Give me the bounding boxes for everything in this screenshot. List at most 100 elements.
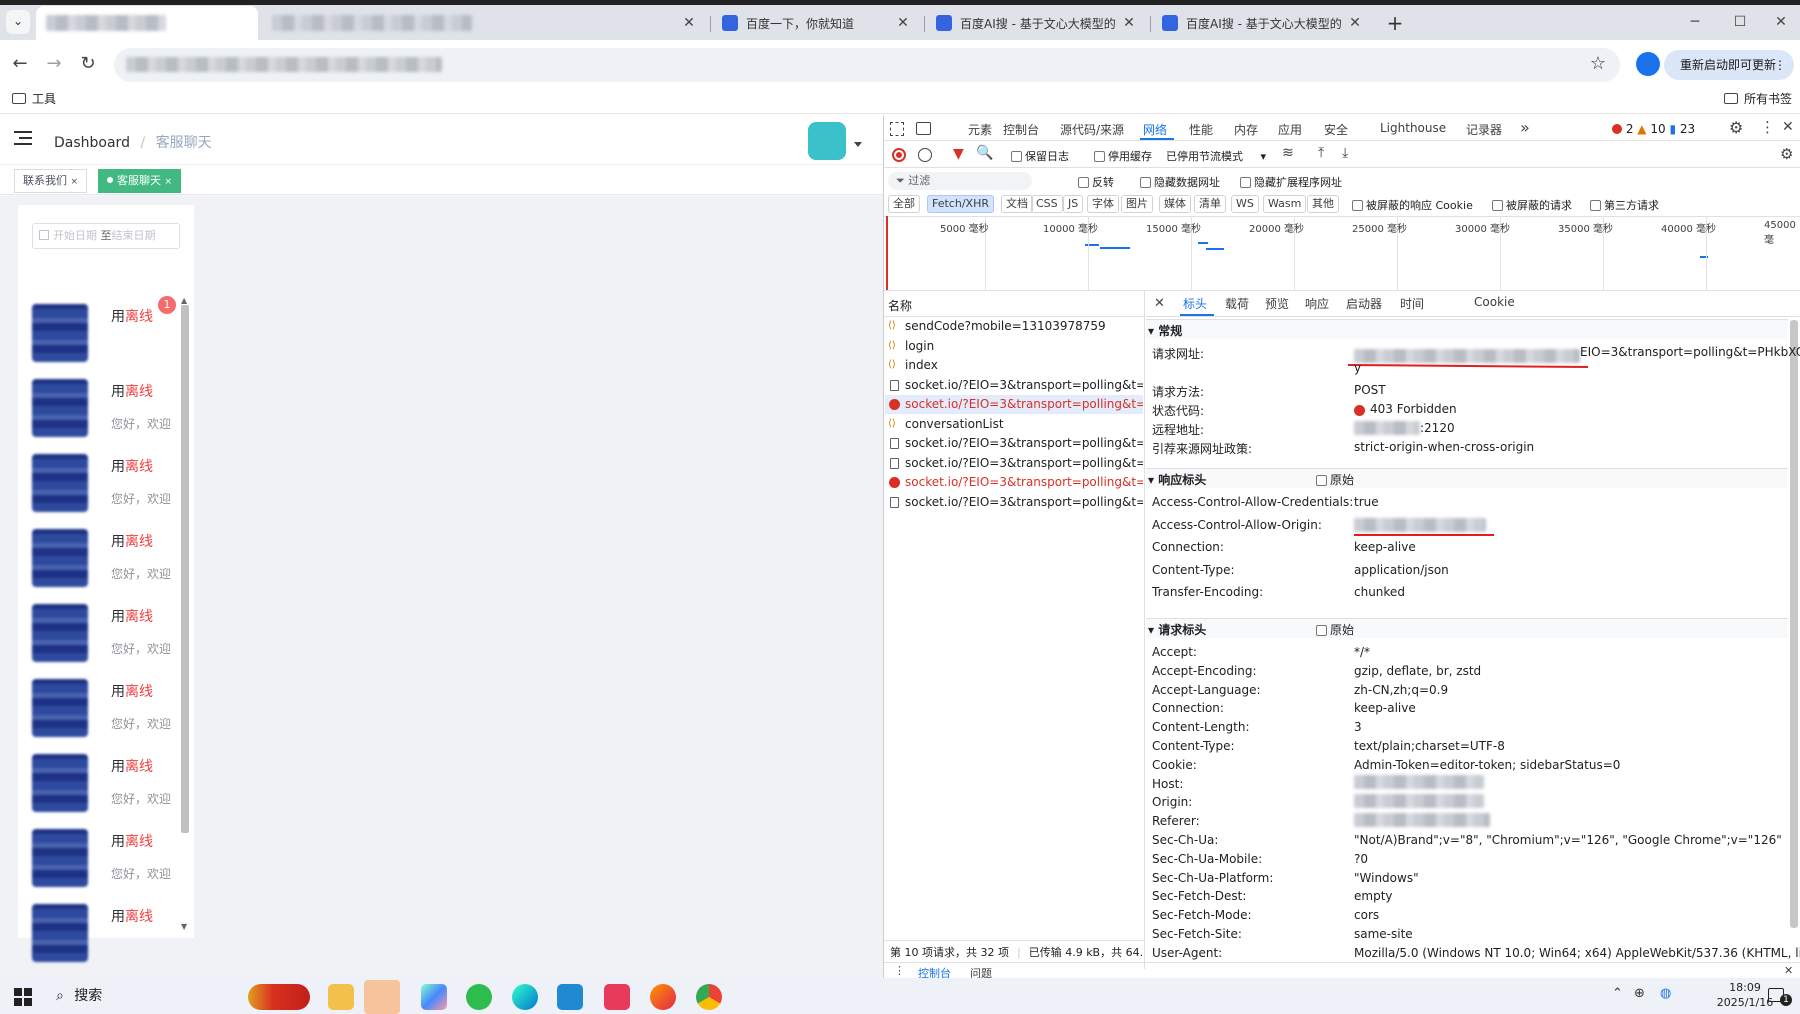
blocked-requests-checkbox[interactable]: 被屏蔽的请求 — [1492, 197, 1572, 213]
detail-tab[interactable]: 载荷 — [1225, 295, 1249, 312]
conversation-avatar[interactable] — [32, 829, 88, 887]
type-filter-button[interactable]: CSS — [1031, 195, 1063, 213]
record-button[interactable] — [892, 148, 906, 162]
request-row[interactable]: socket.io/?EIO=3&transport=polling&t=... — [885, 493, 1143, 512]
response-headers-section-header[interactable]: ▾ 响应标头 原始 — [1148, 471, 1788, 488]
back-icon[interactable]: ← — [6, 50, 34, 78]
type-filter-button[interactable]: Wasm — [1263, 195, 1307, 213]
conversation-avatar[interactable] — [32, 604, 88, 662]
general-section-header[interactable]: ▾ 常规 — [1148, 322, 1788, 339]
devtools-tab[interactable]: Lighthouse — [1380, 121, 1446, 135]
conversation-name[interactable]: 用离线 — [111, 681, 153, 701]
edge-icon[interactable] — [512, 984, 538, 1010]
more-tabs-button[interactable]: » — [1520, 118, 1530, 137]
import-har-icon[interactable]: ⤒ — [1318, 145, 1324, 161]
hide-data-urls-checkbox[interactable]: 隐藏数据网址 — [1140, 174, 1220, 190]
request-row[interactable]: ⟨⟩ sendCode?mobile=13103978759 — [885, 317, 1143, 336]
search-icon[interactable]: 🔍 — [976, 145, 993, 161]
devtools-menu-icon[interactable]: ⋮ — [1760, 118, 1775, 136]
type-filter-button[interactable]: 全部 — [888, 195, 920, 213]
filter-input[interactable]: ⏷ 过滤 — [888, 172, 1032, 190]
throttle-select[interactable]: 已停用节流模式 ▾ — [1166, 148, 1266, 164]
drawer-menu-icon[interactable]: ⋮ — [894, 964, 905, 977]
hamburger-icon[interactable] — [14, 131, 32, 147]
qq-icon[interactable] — [364, 980, 400, 1014]
request-row[interactable]: socket.io/?EIO=3&transport=polling&t=... — [885, 376, 1143, 395]
file-explorer-icon[interactable] — [328, 984, 354, 1010]
third-party-requests-checkbox[interactable]: 第三方请求 — [1590, 197, 1659, 213]
app-diamond-icon[interactable] — [421, 984, 447, 1010]
type-filter-button[interactable]: Fetch/XHR — [927, 195, 994, 213]
detail-tab[interactable]: 预览 — [1265, 295, 1289, 312]
invert-checkbox[interactable]: 反转 — [1078, 174, 1114, 190]
conversation-avatar[interactable] — [32, 754, 88, 812]
clear-icon[interactable] — [918, 148, 932, 162]
type-filter-button[interactable]: 字体 — [1087, 195, 1119, 213]
conversation-scrollbar[interactable] — [181, 305, 189, 833]
tab-close-icon[interactable]: ✕ — [680, 15, 698, 31]
type-filter-button[interactable]: JS — [1063, 195, 1084, 213]
detail-tab[interactable]: Cookie — [1474, 295, 1515, 309]
type-filter-button[interactable]: 清单 — [1194, 195, 1226, 213]
devtools-tab[interactable]: 控制台 — [1003, 121, 1039, 138]
caret-down-icon[interactable] — [854, 142, 862, 147]
request-row[interactable]: ⟨⟩ conversationList — [885, 415, 1143, 434]
browser-tab-baidu-ai-1[interactable]: 百度AI搜 - 基于文心大模型的 ✕ — [926, 6, 1148, 40]
bookmark-star-icon[interactable]: ☆ — [1590, 53, 1606, 74]
conversation-name[interactable]: 用离线 — [111, 531, 153, 551]
tab-close-icon[interactable]: ✕ — [1120, 15, 1138, 31]
conversation-name[interactable]: 用离线 — [111, 756, 153, 776]
maximize-icon[interactable]: ☐ — [1725, 8, 1755, 36]
tag-contact-us[interactable]: 联系我们 × — [14, 169, 88, 193]
devtools-tab[interactable]: 性能 — [1189, 121, 1213, 138]
detail-close-icon[interactable]: ✕ — [1154, 296, 1165, 311]
app-red-icon[interactable] — [604, 984, 630, 1010]
conversation-name[interactable]: 用离线 — [111, 906, 153, 926]
breadcrumb-home[interactable]: Dashboard — [54, 135, 130, 151]
request-headers-section-header[interactable]: ▾ 请求标头 原始 — [1148, 621, 1788, 638]
type-filter-button[interactable]: 文档 — [1001, 195, 1033, 213]
devtools-tab[interactable]: 网络 — [1143, 121, 1167, 138]
devtools-tab[interactable]: 元素 — [968, 121, 992, 138]
blocked-response-cookies-checkbox[interactable]: 被屏蔽的响应 Cookie — [1352, 197, 1473, 213]
tag-customer-chat[interactable]: 客服聊天 × — [98, 169, 182, 193]
network-settings-icon[interactable]: ⚙ — [1780, 145, 1793, 163]
type-filter-button[interactable]: 其他 — [1307, 195, 1339, 213]
filter-funnel-icon[interactable]: ▼ — [953, 146, 964, 162]
conversation-avatar[interactable] — [32, 304, 88, 362]
name-column-header[interactable]: 名称 — [888, 297, 912, 314]
conversation-avatar[interactable] — [32, 379, 88, 437]
request-row[interactable]: ⟨⟩ index — [885, 356, 1143, 375]
tray-chevron-up-icon[interactable]: ⌃ — [1612, 986, 1623, 1001]
bookmark-folder-tools[interactable]: 工具 — [12, 90, 56, 107]
detail-scrollbar[interactable] — [1790, 320, 1798, 928]
request-row[interactable]: socket.io/?EIO=3&transport=polling&t=... — [885, 395, 1143, 414]
devtools-close-icon[interactable]: ✕ — [1782, 119, 1794, 135]
ime-indicator-icon[interactable]: ⊕ — [1634, 986, 1645, 1001]
new-tab-button[interactable]: + — [1382, 10, 1408, 36]
devtools-tab[interactable]: 安全 — [1324, 121, 1348, 138]
type-filter-button[interactable]: WS — [1231, 195, 1259, 213]
detail-tab[interactable]: 标头 — [1183, 295, 1207, 312]
profile-avatar-icon[interactable] — [1636, 52, 1660, 76]
request-row[interactable]: ⟨⟩ login — [885, 337, 1143, 356]
windows-start-icon[interactable] — [14, 988, 32, 1006]
firefox-icon[interactable] — [650, 984, 676, 1010]
detail-tab[interactable]: 响应 — [1305, 295, 1329, 312]
devtools-tab[interactable]: 记录器 — [1466, 121, 1502, 138]
type-filter-button[interactable]: 媒体 — [1159, 195, 1191, 213]
disable-cache-checkbox[interactable]: 停用缓存 — [1094, 148, 1152, 164]
reload-icon[interactable]: ↻ — [74, 50, 102, 78]
browser-tab-active[interactable] — [36, 6, 258, 40]
network-tray-icon[interactable]: ◍ — [1660, 986, 1671, 1001]
console-counts[interactable]: 2 ▲ 10 ▮ 23 — [1612, 122, 1695, 136]
window-close-icon[interactable]: ✕ — [1766, 8, 1796, 36]
preserve-log-checkbox[interactable]: 保留日志 — [1011, 148, 1069, 164]
device-toolbar-icon[interactable] — [916, 122, 931, 135]
conversation-avatar[interactable] — [32, 454, 88, 512]
bookmark-folder-all[interactable]: 所有书签 — [1724, 90, 1792, 107]
conversation-name[interactable]: 用离线 — [111, 831, 153, 851]
taskbar-search[interactable]: ⌕ 搜索 — [46, 980, 242, 1012]
devtools-tab[interactable]: 应用 — [1278, 121, 1302, 138]
drawer-close-icon[interactable]: ✕ — [1784, 964, 1793, 977]
